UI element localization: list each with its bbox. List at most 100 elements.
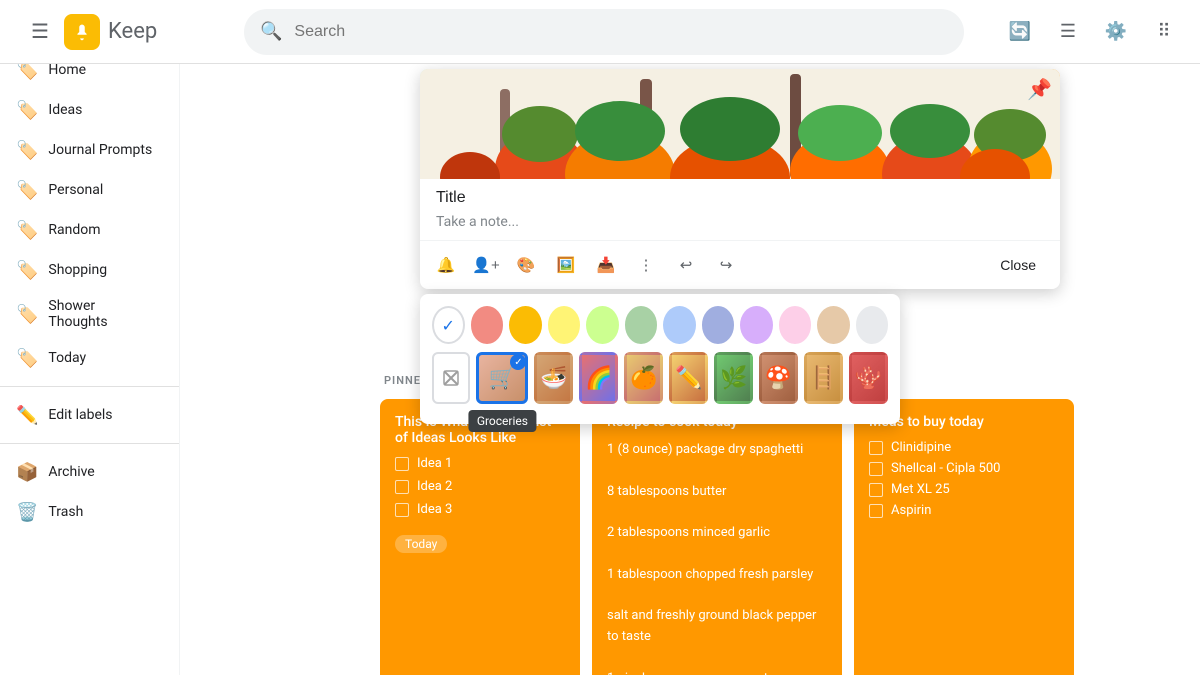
note-title-row (420, 179, 1060, 211)
search-bar[interactable]: 🔍 (244, 9, 964, 55)
image-swatch-coral[interactable]: 🪸 (849, 352, 888, 404)
image-swatch-fruit[interactable]: 🍊 (624, 352, 663, 404)
color-swatch-green[interactable] (625, 306, 658, 344)
food-icon: 🍜 (540, 366, 567, 391)
sidebar-item-personal[interactable]: 🏷️ Personal (0, 170, 171, 210)
recipe-line: 8 tablespoons butter (607, 482, 827, 503)
sidebar-item-label: Journal Prompts (48, 142, 152, 158)
sidebar-item-journal-prompts[interactable]: 🏷️ Journal Prompts (0, 130, 171, 170)
image-swatch-ladder[interactable]: 🪜 (804, 352, 843, 404)
notes-grid: This Is What A Bullet List of Ideas Look… (380, 399, 1180, 675)
more-options-button[interactable]: ⋮ (628, 247, 664, 283)
search-input[interactable] (294, 23, 948, 41)
label-icon: 🏷️ (16, 348, 38, 369)
sidebar-item-shower-thoughts[interactable]: 🏷️ Shower Thoughts (0, 290, 171, 338)
check-mark: ✓ (514, 357, 522, 368)
color-swatch-dark-blue[interactable] (702, 306, 735, 344)
header: ☰ Keep 🔍 🔄 ☰ ⚙️ ⠿ (0, 0, 1200, 64)
redo-button[interactable]: ↪ (708, 247, 744, 283)
checkbox[interactable] (869, 462, 883, 476)
checkbox[interactable] (869, 483, 883, 497)
reminder-button[interactable]: 🔔 (428, 247, 464, 283)
sidebar-item-label: Edit labels (48, 407, 112, 423)
checkbox[interactable] (395, 457, 409, 471)
sidebar-item-shopping[interactable]: 🏷️ Shopping (0, 250, 171, 290)
tag-label: Today (405, 537, 437, 551)
note-body-area[interactable]: Take a note... (420, 211, 1060, 240)
edit-icon: ✏️ (16, 405, 38, 426)
color-swatch-blue[interactable] (663, 306, 696, 344)
pencils-icon: ✏️ (675, 366, 702, 391)
collaborator-button[interactable]: 👤+ (468, 247, 504, 283)
color-swatches-row: ✓ (432, 306, 888, 344)
checklist-item: Idea 3 (395, 502, 565, 517)
settings-button[interactable]: ⚙️ (1096, 12, 1136, 52)
label-icon: 🏷️ (16, 140, 38, 161)
sidebar-item-label: Random (48, 222, 100, 238)
med-item: Aspirin (869, 503, 1059, 518)
med-label: Shellcal - Cipla 500 (891, 461, 1000, 476)
sidebar-item-archive[interactable]: 📦 Archive (0, 452, 171, 492)
checklist-label: Idea 3 (417, 502, 452, 517)
meds-list: Clinidipine Shellcal - Cipla 500 Met XL … (869, 440, 1059, 518)
image-swatch-food[interactable]: 🍜 (534, 352, 573, 404)
more-button[interactable]: ⠿ (1144, 12, 1184, 52)
pin-button[interactable]: 📌 (1027, 77, 1052, 101)
recipe-line: salt and freshly ground black pepper to … (607, 606, 827, 648)
checkbox[interactable] (869, 441, 883, 455)
sidebar-divider (0, 386, 179, 387)
color-swatch-purple[interactable] (740, 306, 773, 344)
recipe-line: 1 pinch cayenne pepper, or to (607, 669, 827, 675)
image-swatch-rainbow[interactable]: 🌈 (579, 352, 618, 404)
add-image-button[interactable]: 🖼️ (548, 247, 584, 283)
checklist-label: Idea 2 (417, 479, 452, 494)
sidebar-item-trash[interactable]: 🗑️ Trash (0, 492, 171, 532)
archive-note-button[interactable]: 📥 (588, 247, 624, 283)
archive-icon: 📦 (16, 462, 38, 483)
note-creation-card[interactable]: 📌 Take a note... 🔔 👤+ 🎨 🖼️ 📥 ⋮ ↩ ↪ Close (420, 69, 1060, 289)
sidebar-item-ideas[interactable]: 🏷️ Ideas (0, 90, 171, 130)
groceries-icon: 🛒 (489, 366, 516, 391)
close-button[interactable]: Close (984, 249, 1052, 281)
sidebar-item-label: Shower Thoughts (48, 298, 155, 330)
med-label: Clinidipine (891, 440, 951, 455)
sidebar-item-edit-labels[interactable]: ✏️ Edit labels (0, 395, 171, 435)
sidebar-item-label: Personal (48, 182, 103, 198)
checklist-item: Idea 1 (395, 456, 565, 471)
image-swatch-groceries[interactable]: 🛒 ✓ (476, 352, 528, 404)
checkbox[interactable] (395, 503, 409, 517)
change-color-button[interactable]: 🎨 (508, 247, 544, 283)
refresh-button[interactable]: 🔄 (1000, 12, 1040, 52)
undo-button[interactable]: ↩ (668, 247, 704, 283)
note-title-input[interactable] (436, 189, 1044, 207)
color-swatch-light-pink[interactable] (779, 306, 812, 344)
image-swatch-pencils[interactable]: ✏️ (669, 352, 708, 404)
note-tag: Today (395, 535, 447, 553)
recipe-line: 1 (8 ounce) package dry spaghetti (607, 440, 827, 461)
color-swatch-light-gray[interactable] (817, 306, 850, 344)
sidebar-item-today[interactable]: 🏷️ Today (0, 338, 171, 378)
sidebar-item-label: Shopping (48, 262, 107, 278)
checkbox[interactable] (395, 480, 409, 494)
sidebar-item-random[interactable]: 🏷️ Random (0, 210, 171, 250)
image-swatch-plants[interactable]: 🌿 (714, 352, 753, 404)
sidebar-item-label: Archive (48, 464, 94, 480)
sidebar-item-label: Ideas (48, 102, 82, 118)
color-swatch-yellow[interactable] (548, 306, 581, 344)
color-swatch-none[interactable]: ✓ (432, 306, 465, 344)
color-swatch-gray[interactable] (856, 306, 889, 344)
note-card-recipe[interactable]: Recipe to cook today 1 (8 ounce) package… (592, 399, 842, 675)
color-swatch-pink[interactable] (471, 306, 504, 344)
note-checklist: Idea 1 Idea 2 Idea 3 (395, 456, 565, 517)
menu-button[interactable]: ☰ (16, 8, 64, 56)
note-card-bullet-list[interactable]: This Is What A Bullet List of Ideas Look… (380, 399, 580, 675)
layout-button[interactable]: ☰ (1048, 12, 1088, 52)
note-card-meds[interactable]: Meds to buy today Clinidipine Shellcal -… (854, 399, 1074, 675)
color-swatch-orange[interactable] (509, 306, 542, 344)
color-swatch-teal[interactable] (586, 306, 619, 344)
checkbox[interactable] (869, 504, 883, 518)
label-icon: 🏷️ (16, 180, 38, 201)
note-body: 1 (8 ounce) package dry spaghetti 8 tabl… (607, 440, 827, 675)
image-swatch-mushroom[interactable]: 🍄 (759, 352, 798, 404)
image-swatch-none[interactable] (432, 352, 470, 404)
